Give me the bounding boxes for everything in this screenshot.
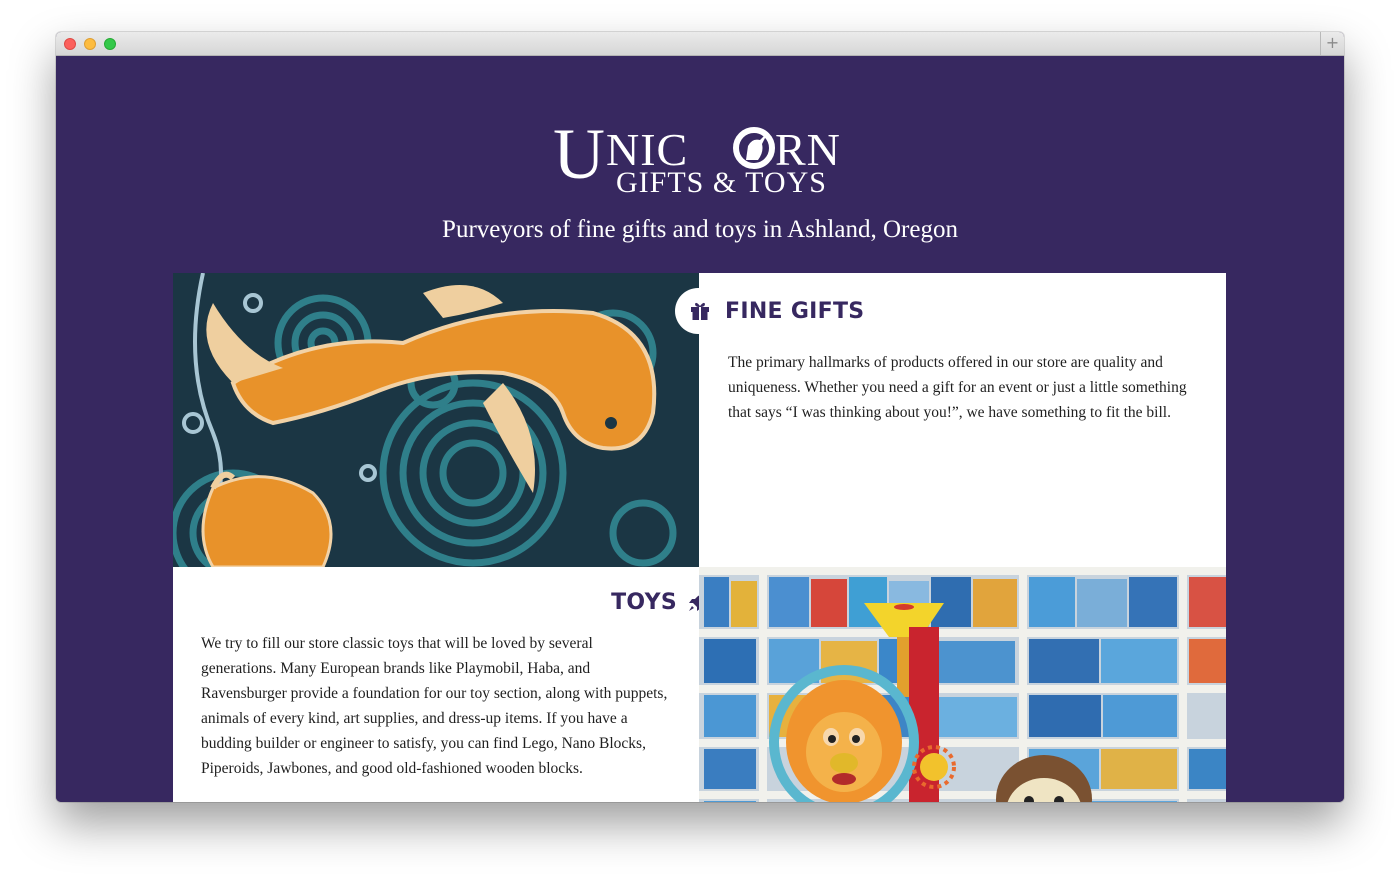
fine-gifts-panel: FINE GIFTS The primary hallmarks of prod…	[675, 273, 1226, 567]
feature-grid: FINE GIFTS The primary hallmarks of prod…	[173, 273, 1226, 802]
fine-gifts-heading: FINE GIFTS	[675, 288, 875, 334]
logo-subtitle: GIFTS & TOYS	[616, 166, 827, 199]
window-titlebar: +	[56, 32, 1344, 56]
logo-u: U	[553, 120, 605, 194]
toys-panel: TOYS We try to fill our store classic to…	[173, 567, 723, 802]
unicorn-emblem-icon	[733, 127, 775, 169]
site-tagline: Purveyors of fine gifts and toys in Ashl…	[442, 216, 958, 243]
koi-tile-image	[173, 273, 699, 567]
fine-gifts-title: FINE GIFTS	[725, 298, 865, 324]
zoom-window-button[interactable]	[104, 38, 116, 50]
page-content: U NIC RN GIFTS & TOYS Purveyors of fine …	[56, 56, 1344, 802]
gift-icon	[689, 300, 711, 322]
close-window-button[interactable]	[64, 38, 76, 50]
browser-window: + U NIC RN GIFTS & TOYS Purveyors of fin…	[56, 32, 1344, 802]
toys-description: We try to fill our store classic toys th…	[201, 635, 668, 777]
site-logo[interactable]: U NIC RN GIFTS & TOYS	[56, 114, 1344, 200]
toys-title: TOYS	[611, 589, 677, 615]
fine-gifts-description: The primary hallmarks of products offere…	[728, 354, 1187, 421]
toy-store-image	[699, 567, 1226, 802]
new-tab-button[interactable]: +	[1320, 32, 1344, 55]
minimize-window-button[interactable]	[84, 38, 96, 50]
